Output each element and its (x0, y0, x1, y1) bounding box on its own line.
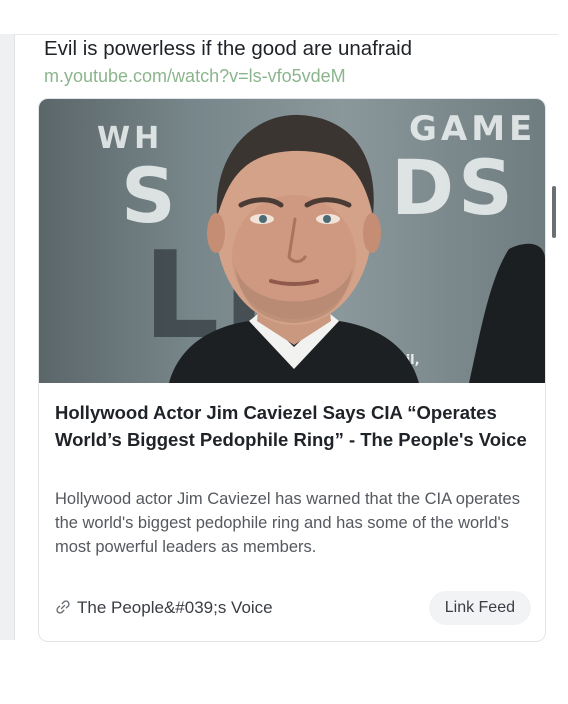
link-feed-button[interactable]: Link Feed (428, 591, 531, 625)
scrollbar[interactable] (552, 186, 556, 238)
link-preview-card[interactable]: WH GAME S DS Ll nd you fail, (38, 98, 546, 642)
link-post-view: Evil is powerless if the good are unafra… (0, 0, 568, 704)
actor-portrait (169, 114, 419, 383)
source-label: The People&#039;s Voice (77, 598, 273, 617)
divider (14, 34, 558, 35)
card-footer: The People&#039;s Voice Link Feed (55, 589, 531, 629)
card-title[interactable]: Hollywood Actor Jim Caviezel Says CIA “O… (55, 399, 531, 453)
preview-image[interactable]: WH GAME S DS Ll nd you fail, (39, 99, 545, 383)
link-icon (55, 599, 71, 621)
source[interactable]: The People&#039;s Voice (55, 597, 273, 621)
left-rail (0, 34, 15, 640)
card-description: Hollywood actor Jim Caviezel has warned … (55, 490, 520, 556)
post-text: Evil is powerless if the good are unafra… (44, 37, 413, 60)
post-link[interactable]: m.youtube.com/watch?v=ls-vfo5vdeM (44, 64, 346, 88)
